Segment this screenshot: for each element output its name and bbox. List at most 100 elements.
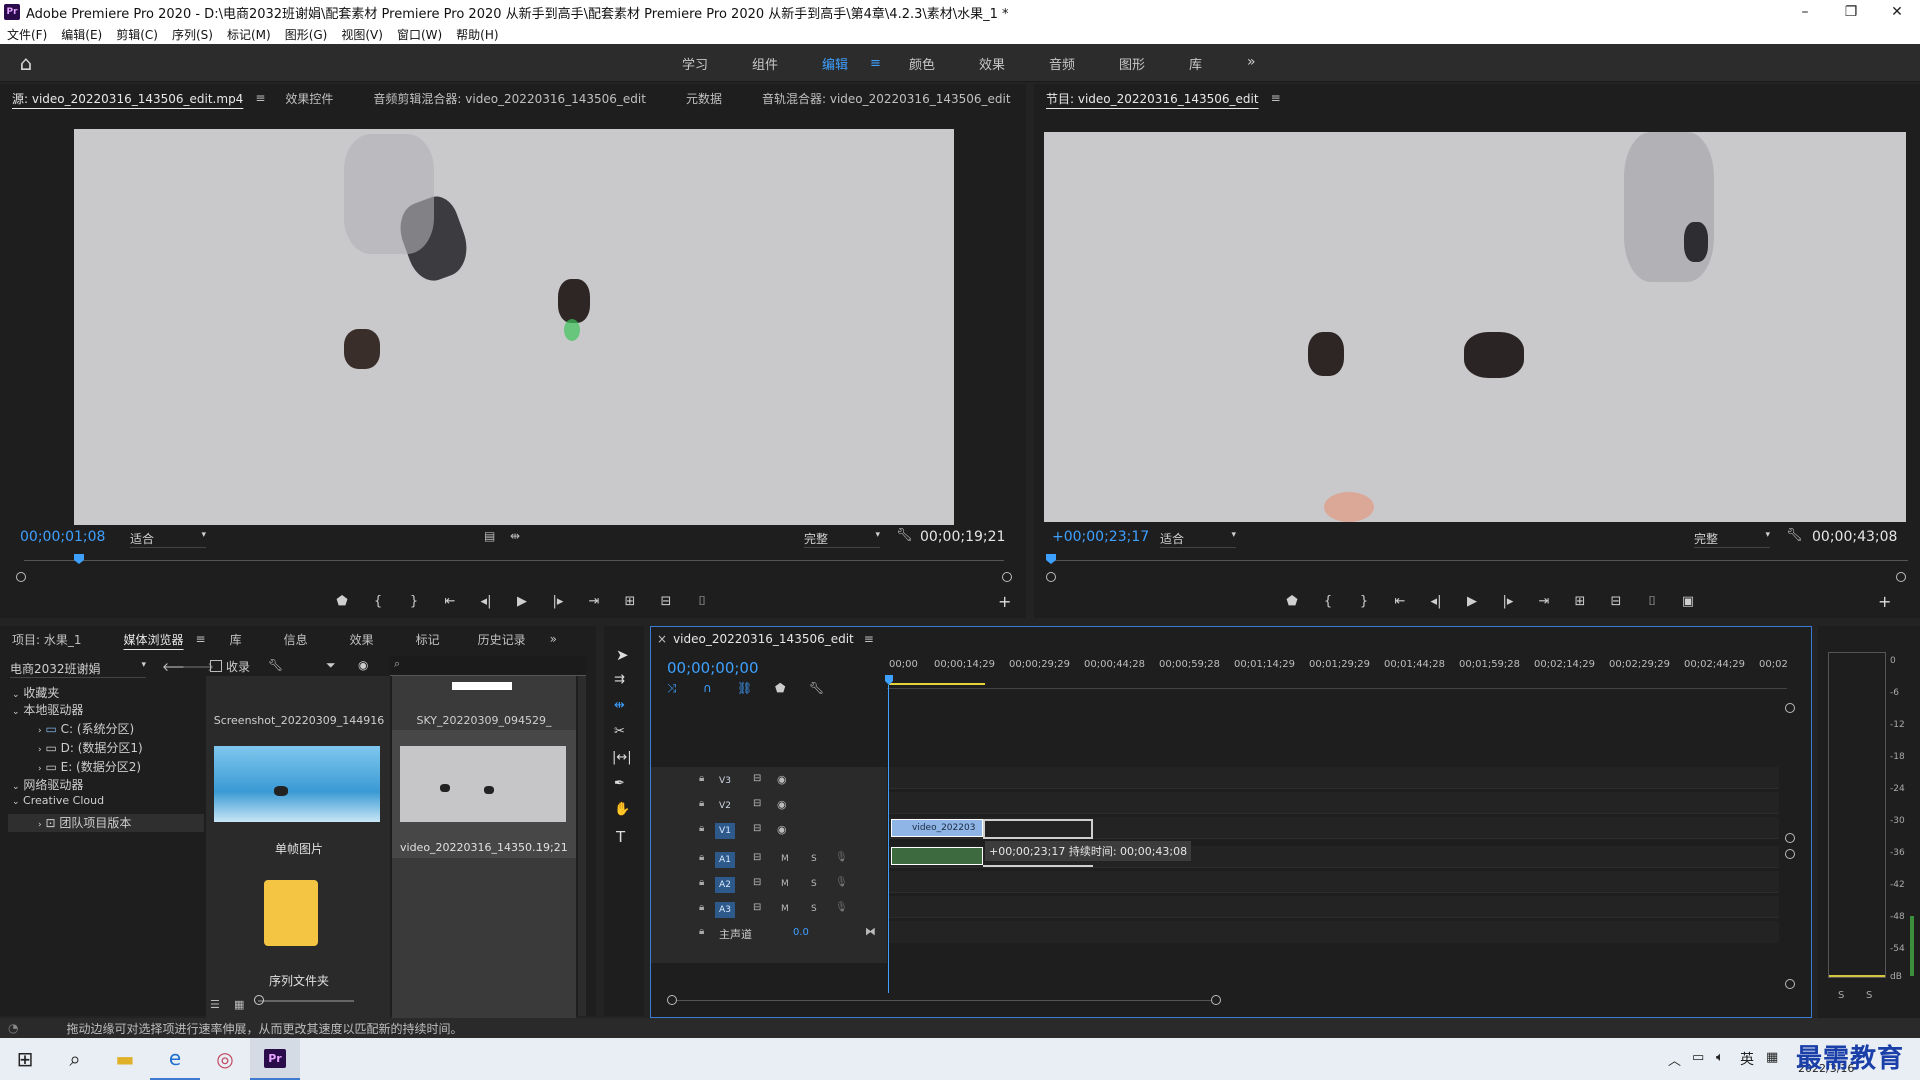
go-to-out-icon[interactable]: ⇥ <box>576 594 612 609</box>
insert-icon[interactable]: ⊞ <box>612 594 648 609</box>
step-back-icon[interactable]: ◂| <box>1418 594 1454 609</box>
tree-drive-e[interactable]: › ▭ E: (数据分区2) <box>38 758 141 775</box>
eye-icon[interactable]: ◉ <box>777 823 787 836</box>
program-video-frame[interactable] <box>1044 132 1906 522</box>
step-forward-icon[interactable]: |▸ <box>540 594 576 609</box>
location-dropdown[interactable]: 电商2032班谢娟 ▾ <box>10 660 146 678</box>
program-timecode[interactable]: +00;00;23;17 <box>1052 529 1149 545</box>
lock-icon[interactable]: 🔒︎ <box>699 823 704 834</box>
tab-source[interactable]: 源: video_20220316_143506_edit.mp4 <box>0 90 255 107</box>
drag-video-only-icon[interactable]: ▤ <box>484 529 495 543</box>
lock-icon[interactable]: 🔒︎ <box>699 852 704 863</box>
program-quality-dropdown[interactable]: 完整 ▾ <box>1694 530 1770 548</box>
snap-icon[interactable]: ∩ <box>703 681 712 695</box>
tab-metadata[interactable]: 元数据 <box>658 90 734 107</box>
meter-solo-left[interactable]: S <box>1838 990 1844 1001</box>
type-tool-icon[interactable]: T <box>616 828 625 846</box>
horizontal-scrollbar[interactable] <box>677 1000 1211 1001</box>
vertical-zoom-handle[interactable] <box>1785 979 1795 989</box>
workspace-menu-icon[interactable]: ≡ <box>870 56 887 71</box>
home-icon[interactable]: ⌂ <box>14 52 38 74</box>
keyboard-icon[interactable]: ▦ <box>1766 1050 1778 1065</box>
mic-icon[interactable]: 🎙︎ <box>835 852 848 863</box>
pen-tool-icon[interactable]: ✒ <box>614 776 625 791</box>
razor-tool-icon[interactable]: ✂ <box>614 724 625 739</box>
filter-icon[interactable]: ⏷ <box>326 658 336 673</box>
go-to-out-icon[interactable]: ⇥ <box>1526 594 1562 609</box>
lock-icon[interactable]: 🔒︎ <box>699 926 704 937</box>
workspace-more-button[interactable]: » <box>1247 54 1256 70</box>
timeline-menu-icon[interactable]: ≡ <box>864 632 874 646</box>
media-item-label[interactable]: 序列文件夹 <box>206 972 392 989</box>
tree-favorites[interactable]: ⌄ 收藏夹 <box>12 684 59 701</box>
eye-icon[interactable]: ◉ <box>777 798 787 811</box>
mark-out-icon[interactable]: } <box>396 594 432 609</box>
tab-program[interactable]: 节目: video_20220316_143506_edit <box>1034 90 1271 107</box>
add-marker-icon[interactable]: ⬟ <box>775 681 785 695</box>
tab-info[interactable]: 信息 <box>254 631 320 648</box>
slip-tool-icon[interactable]: |↔| <box>612 750 632 765</box>
track-target-v2[interactable]: V2 <box>715 798 735 814</box>
master-volume-value[interactable]: 0.0 <box>793 927 809 938</box>
workspace-tab-effects[interactable]: 效果 <box>957 54 1027 73</box>
tab-audio-track-mixer[interactable]: 音轨混合器: video_20220316_143506_edit <box>734 90 1023 107</box>
menu-edit[interactable]: 编辑(E) <box>54 26 109 43</box>
track-lane-master[interactable] <box>889 921 1779 943</box>
program-zoom-end-handle[interactable] <box>1896 572 1906 582</box>
export-frame-icon[interactable]: ⌷ <box>684 594 720 609</box>
track-lane-v3[interactable] <box>889 767 1779 789</box>
mute-button[interactable]: M <box>781 879 789 889</box>
step-back-icon[interactable]: ◂| <box>468 594 504 609</box>
close-button[interactable]: ✕ <box>1874 0 1920 24</box>
mic-icon[interactable]: 🎙︎ <box>835 902 848 913</box>
overwrite-icon[interactable]: ⊟ <box>648 594 684 609</box>
tab-effect-controls[interactable]: 效果控件 <box>273 90 345 107</box>
source-add-button-icon[interactable]: + <box>998 592 1011 611</box>
sync-lock-icon[interactable]: ⊟ <box>753 823 761 834</box>
video-clip-v1[interactable]: video_202203 <box>891 819 983 837</box>
lock-icon[interactable]: 🔒︎ <box>699 798 704 809</box>
mute-button[interactable]: M <box>781 904 789 914</box>
source-playhead[interactable] <box>74 554 84 564</box>
track-target-a3[interactable]: A3 <box>715 902 735 918</box>
tray-up-arrow-icon[interactable]: ︿ <box>1668 1050 1681 1069</box>
program-time-ruler[interactable] <box>1052 560 1908 561</box>
timeline-settings-wrench-icon[interactable]: 🔧︎ <box>809 681 824 695</box>
source-fit-dropdown[interactable]: 适合 ▾ <box>130 530 206 548</box>
wrench-icon[interactable]: 🔧︎ <box>1786 528 1803 543</box>
windows-start-icon[interactable]: ⊞ <box>0 1038 50 1080</box>
source-zoom-end-handle[interactable] <box>1002 572 1012 582</box>
mark-in-icon[interactable]: { <box>360 594 396 609</box>
workspace-tab-audio[interactable]: 音频 <box>1027 54 1097 73</box>
volume-icon[interactable]: 🔈︎ <box>1716 1050 1724 1065</box>
track-target-a2[interactable]: A2 <box>715 877 735 893</box>
play-icon[interactable]: ▶ <box>1454 594 1490 609</box>
tab-sequence[interactable]: video_20220316_143506_edit <box>673 632 864 646</box>
tree-drive-d[interactable]: › ▭ D: (数据分区1) <box>38 739 143 756</box>
track-target-v1[interactable]: V1 <box>715 823 735 839</box>
solo-button[interactable]: S <box>811 879 817 889</box>
tab-markers[interactable]: 标记 <box>386 631 452 648</box>
program-zoom-start-handle[interactable] <box>1046 572 1056 582</box>
wrench-icon[interactable]: 🔧︎ <box>268 658 283 672</box>
video-thumbnail[interactable] <box>400 746 566 822</box>
file-explorer-icon[interactable]: ▬ <box>100 1038 150 1080</box>
ime-indicator[interactable]: 英 <box>1740 1049 1754 1069</box>
tree-team-projects[interactable]: › ⊡ 团队项目版本 <box>8 814 204 832</box>
eye-icon[interactable]: ◉ <box>777 773 787 786</box>
tab-media-browser[interactable]: 媒体浏览器 <box>94 631 196 648</box>
sync-lock-icon[interactable]: ⊟ <box>753 798 761 809</box>
track-lane-a2[interactable] <box>889 871 1779 893</box>
sync-lock-icon[interactable]: ⊟ <box>753 902 761 913</box>
go-to-in-icon[interactable]: ⇤ <box>432 594 468 609</box>
source-video-frame[interactable] <box>74 129 954 525</box>
lock-icon[interactable]: 🔒︎ <box>699 902 704 913</box>
step-forward-icon[interactable]: |▸ <box>1490 594 1526 609</box>
project-tabs-more[interactable]: » <box>538 632 569 646</box>
source-zoom-start-handle[interactable] <box>16 572 26 582</box>
work-area-bar[interactable] <box>889 683 985 685</box>
tab-effects[interactable]: 效果 <box>320 631 386 648</box>
track-select-tool-icon[interactable]: ⇉ <box>614 672 625 687</box>
add-marker-icon[interactable]: ⬟ <box>1274 594 1310 609</box>
tab-libraries[interactable]: 库 <box>210 631 254 648</box>
